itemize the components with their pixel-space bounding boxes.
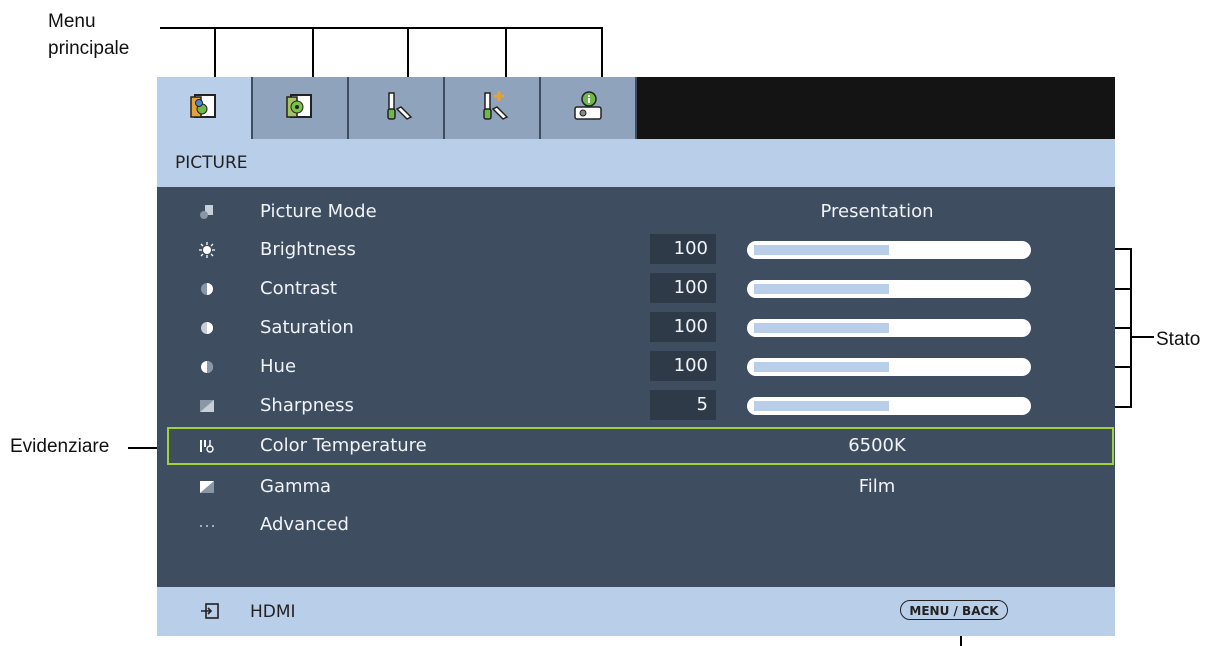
tab-information[interactable] bbox=[541, 77, 637, 139]
menu-item-hue[interactable]: Hue 100 bbox=[157, 348, 1115, 386]
tools-icon bbox=[387, 92, 413, 120]
color-temperature-icon bbox=[200, 440, 214, 453]
advanced-tools-icon bbox=[483, 91, 509, 120]
saturation-icon bbox=[201, 322, 213, 334]
brightness-icon bbox=[199, 242, 215, 258]
status-annotation: Stato bbox=[1156, 329, 1201, 350]
menu-item-brightness[interactable]: Brightness 100 bbox=[157, 231, 1115, 269]
brightness-slider-fill bbox=[754, 245, 889, 255]
tab-advanced-tools[interactable] bbox=[445, 77, 541, 139]
sharpness-label: Sharpness bbox=[260, 395, 354, 416]
input-source-label: HDMI bbox=[250, 602, 296, 622]
gamma-icon bbox=[200, 481, 214, 493]
saturation-value: 100 bbox=[650, 312, 716, 342]
contrast-slider-fill bbox=[754, 284, 889, 294]
picture-mode-value: Presentation bbox=[820, 201, 934, 222]
menu-item-contrast[interactable]: Contrast 100 bbox=[157, 270, 1115, 308]
section-title: PICTURE bbox=[175, 153, 248, 173]
sharpness-value: 5 bbox=[650, 390, 716, 420]
contrast-label: Contrast bbox=[260, 278, 337, 299]
highlight-annotation: Evidenziare bbox=[10, 436, 110, 457]
hue-value: 100 bbox=[650, 351, 716, 381]
menu-back-button-hint: MENU / BACK bbox=[900, 600, 1008, 620]
sharpness-slider-fill bbox=[754, 401, 889, 411]
hue-slider[interactable] bbox=[747, 358, 1031, 376]
hue-label: Hue bbox=[260, 356, 297, 377]
picture-icon bbox=[190, 94, 216, 118]
brightness-value: 100 bbox=[650, 234, 716, 264]
section-header: PICTURE bbox=[157, 139, 1115, 187]
tab-tools[interactable] bbox=[349, 77, 445, 139]
saturation-slider-fill bbox=[754, 323, 889, 333]
more-icon bbox=[200, 525, 214, 527]
osd-menu: PICTURE Picture Mode Presentation Bright… bbox=[157, 77, 1115, 636]
color-temperature-value: 6500K bbox=[848, 435, 906, 456]
projector-info-icon bbox=[574, 91, 602, 120]
tab-picture-settings[interactable] bbox=[253, 77, 349, 139]
menu-item-color-temperature[interactable]: Color Temperature 6500K bbox=[167, 427, 1114, 465]
picture-mode-label: Picture Mode bbox=[260, 201, 377, 222]
color-temperature-label: Color Temperature bbox=[260, 435, 427, 456]
contrast-slider[interactable] bbox=[747, 280, 1031, 298]
menu-item-sharpness[interactable]: Sharpness 5 bbox=[157, 387, 1115, 425]
brightness-label: Brightness bbox=[260, 239, 356, 260]
gamma-label: Gamma bbox=[260, 476, 332, 497]
gamma-value: Film bbox=[858, 476, 896, 497]
brightness-slider[interactable] bbox=[747, 241, 1031, 259]
contrast-icon bbox=[201, 283, 213, 295]
menu-item-gamma[interactable]: Gamma Film bbox=[157, 468, 1115, 506]
saturation-slider[interactable] bbox=[747, 319, 1031, 337]
sharpness-slider[interactable] bbox=[747, 397, 1031, 415]
menu-item-picture-mode[interactable]: Picture Mode Presentation bbox=[157, 193, 1115, 231]
status-bracket-pointer bbox=[1132, 336, 1154, 338]
saturation-label: Saturation bbox=[260, 317, 354, 338]
main-menu-annotation: Menu principale bbox=[48, 11, 130, 59]
menu-item-saturation[interactable]: Saturation 100 bbox=[157, 309, 1115, 347]
menu-item-advanced[interactable]: Advanced bbox=[157, 506, 1115, 544]
status-footer: HDMI MENU / BACK bbox=[157, 587, 1115, 636]
sharpness-icon bbox=[200, 400, 214, 412]
contrast-value: 100 bbox=[650, 273, 716, 303]
picture-settings-icon bbox=[286, 94, 312, 118]
main-menu-leader-line bbox=[160, 27, 602, 29]
picture-mode-icon bbox=[200, 205, 213, 219]
input-source-icon bbox=[201, 603, 219, 619]
hue-slider-fill bbox=[754, 362, 889, 372]
main-menu-tabbar bbox=[157, 77, 1115, 140]
hue-icon bbox=[201, 361, 213, 373]
tab-picture[interactable] bbox=[157, 77, 253, 140]
advanced-label: Advanced bbox=[260, 514, 349, 535]
